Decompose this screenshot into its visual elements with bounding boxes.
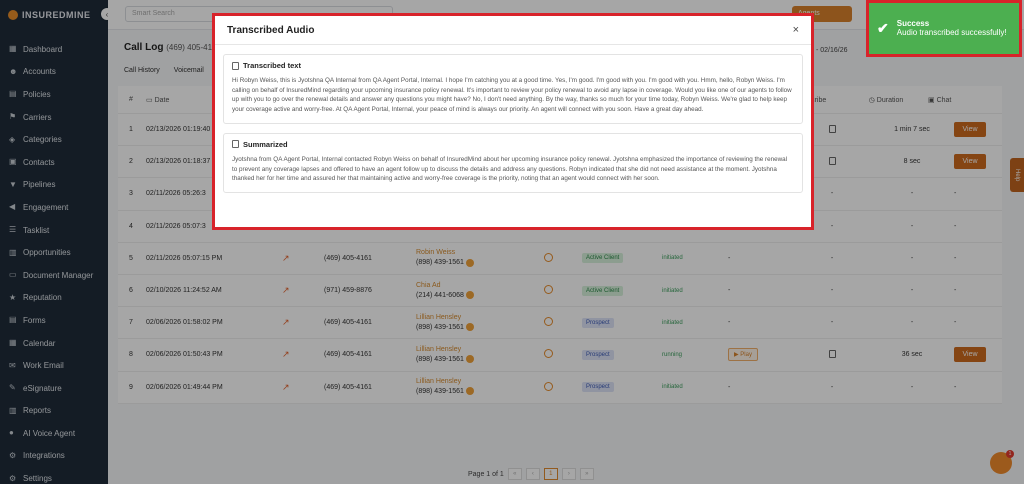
document-icon bbox=[232, 140, 239, 149]
summary-body: Jyotshna from QA Agent Portal, Internal … bbox=[232, 155, 788, 183]
transcribed-text-card: Transcribed text Hi Robyn Weiss, this is… bbox=[223, 54, 803, 124]
modal-header: Transcribed Audio × bbox=[215, 16, 811, 45]
transcribed-audio-modal: Transcribed Audio × Transcribed text Hi … bbox=[212, 13, 814, 230]
check-icon: ✔ bbox=[877, 20, 889, 36]
toast-title: Success bbox=[896, 19, 930, 28]
close-icon[interactable]: × bbox=[793, 24, 799, 36]
document-icon bbox=[232, 61, 239, 70]
summary-card: Summarized Jyotshna from QA Agent Portal… bbox=[223, 132, 803, 193]
transcribed-text-body: Hi Robyn Weiss, this is Jyotshna QA Inte… bbox=[232, 77, 792, 114]
toast-message: Audio transcribed successfully! bbox=[896, 28, 1007, 37]
summary-title: Summarized bbox=[232, 140, 794, 149]
success-toast[interactable]: ✔ Success Audio transcribed successfully… bbox=[866, 0, 1022, 57]
transcribed-text-title: Transcribed text bbox=[232, 61, 794, 70]
modal-title: Transcribed Audio bbox=[227, 24, 315, 36]
